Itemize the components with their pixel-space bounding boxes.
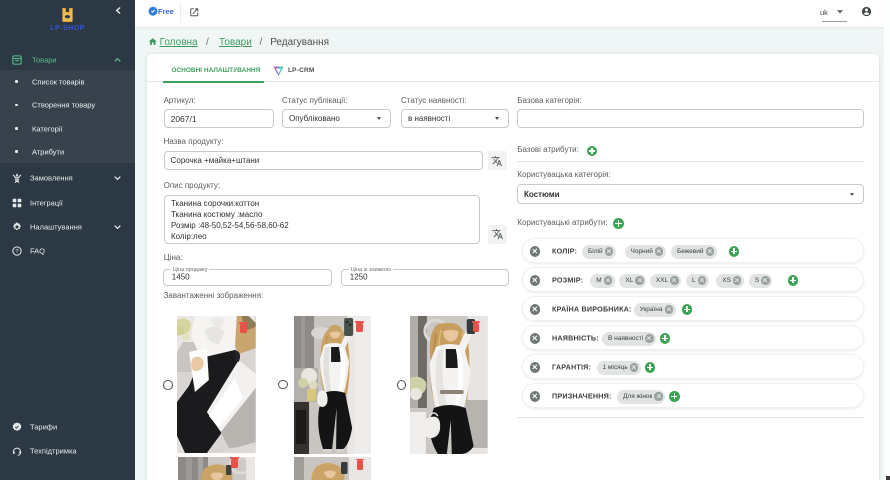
svg-text:?: ? — [15, 249, 18, 255]
